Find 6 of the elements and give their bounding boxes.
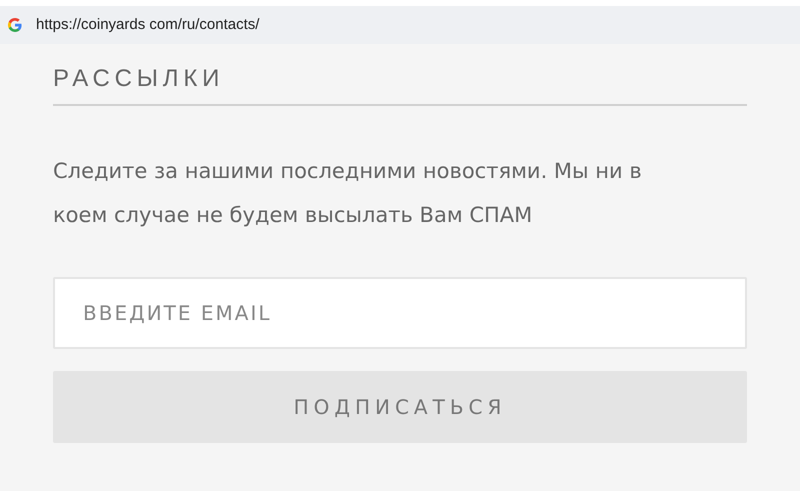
subscribe-button[interactable]: ПОДПИСАТЬСЯ	[53, 371, 747, 443]
google-icon	[7, 17, 23, 33]
url-text[interactable]: https://coinyards com/ru/contacts/	[36, 14, 260, 36]
email-field[interactable]: ВВЕДИТЕ EMAIL	[53, 277, 747, 349]
description-text: Следите за нашими последними новостями. Мы ни в коем случае не будем высылать Вам СПАМ	[53, 158, 643, 229]
section-title: РАССЫЛКИ	[53, 64, 226, 94]
